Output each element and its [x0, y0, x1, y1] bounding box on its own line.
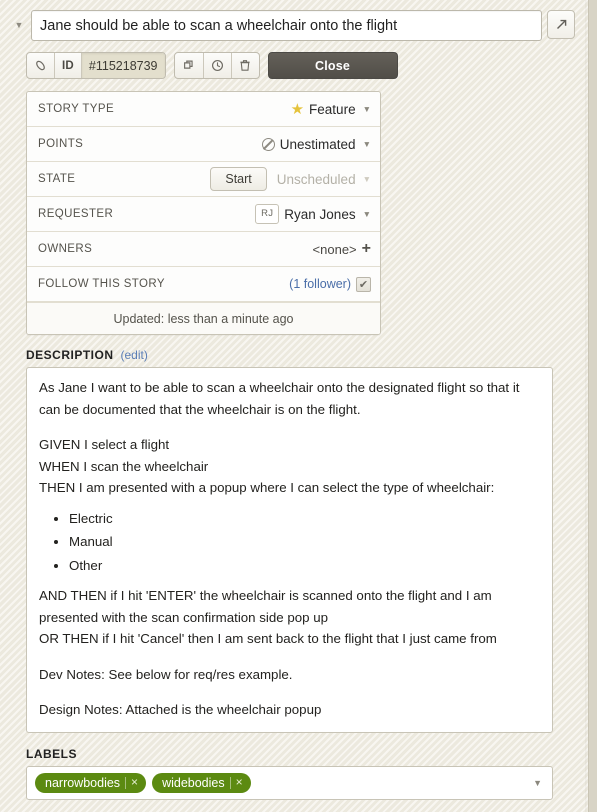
story-type-label: STORY TYPE [38, 103, 114, 115]
attr-row-story-type[interactable]: STORY TYPE ★ Feature ▼ [27, 92, 380, 127]
attr-row-requester[interactable]: REQUESTER RJ Ryan Jones ▼ [27, 197, 380, 232]
story-title-input[interactable] [31, 10, 542, 41]
spacer [39, 420, 540, 434]
followers-link[interactable]: (1 follower) [289, 277, 351, 291]
id-label: ID [55, 53, 82, 78]
collapse-story-toggle[interactable]: ▼ [12, 10, 26, 40]
labels-title: LABELS [26, 747, 575, 761]
label-pill[interactable]: narrowbodies × [35, 773, 146, 793]
remove-label-icon[interactable]: × [236, 776, 247, 790]
list-item: Manual [69, 531, 540, 553]
spacer [39, 685, 540, 699]
title-row: ▼ [12, 8, 575, 41]
divider [125, 777, 126, 789]
expand-story-button[interactable] [547, 10, 575, 39]
chevron-down-icon[interactable]: ▼ [363, 104, 371, 114]
plus-icon[interactable]: + [362, 241, 371, 257]
follow-checkbox[interactable]: ✔ [356, 277, 371, 292]
labels-field[interactable]: narrowbodies × widebodies × ▼ [26, 766, 553, 800]
attr-row-follow[interactable]: FOLLOW THIS STORY (1 follower) ✔ [27, 267, 380, 302]
link-icon[interactable] [27, 53, 55, 78]
requester-value: Ryan Jones [284, 207, 355, 222]
trash-icon[interactable] [232, 53, 259, 78]
description-dev-notes: Dev Notes: See below for req/res example… [39, 664, 540, 686]
description-and-then: AND THEN if I hit 'ENTER' the wheelchair… [39, 585, 540, 628]
story-type-value-group[interactable]: ★ Feature ▼ [291, 102, 371, 117]
expand-arrow-icon [555, 18, 568, 31]
requester-label: REQUESTER [38, 208, 113, 220]
close-button[interactable]: Close [268, 52, 398, 79]
owners-label: OWNERS [38, 243, 92, 255]
description-header: DESCRIPTION (edit) [26, 348, 575, 362]
panel-right-edge [588, 0, 597, 812]
points-value-group[interactable]: Unestimated ▼ [262, 137, 371, 152]
description-paragraph: As Jane I want to be able to scan a whee… [39, 377, 540, 420]
spacer [39, 650, 540, 664]
points-value: Unestimated [280, 137, 356, 152]
description-body[interactable]: As Jane I want to be able to scan a whee… [26, 367, 553, 733]
points-label: POINTS [38, 138, 83, 150]
no-estimate-icon [262, 138, 275, 151]
label-pill-text: narrowbodies [45, 776, 120, 790]
attr-row-owners[interactable]: OWNERS <none> + [27, 232, 380, 267]
description-or-then: OR THEN if I hit 'Cancel' then I am sent… [39, 628, 540, 650]
owners-value: <none> [313, 242, 357, 257]
chevron-down-icon[interactable]: ▼ [363, 209, 371, 219]
description-when: WHEN I scan the wheelchair [39, 456, 540, 478]
list-item: Other [69, 555, 540, 577]
action-button-group [174, 52, 260, 79]
story-type-value: Feature [309, 102, 356, 117]
star-icon: ★ [291, 102, 304, 117]
label-pill-text: widebodies [162, 776, 225, 790]
description-title: DESCRIPTION [26, 348, 114, 362]
state-value: Unscheduled [277, 172, 356, 187]
chevron-down-icon[interactable]: ▼ [533, 778, 542, 788]
clone-icon[interactable] [175, 53, 204, 78]
follow-value-group[interactable]: (1 follower) ✔ [289, 277, 371, 292]
triangle-down-icon: ▼ [15, 21, 24, 30]
panel-right-shadow [585, 0, 588, 812]
state-label: STATE [38, 173, 75, 185]
label-pill[interactable]: widebodies × [152, 773, 251, 793]
state-value-group[interactable]: Start Unscheduled ▼ [210, 167, 371, 191]
description-then: THEN I am presented with a popup where I… [39, 477, 540, 499]
divider [230, 777, 231, 789]
story-attributes-table: STORY TYPE ★ Feature ▼ POINTS Unestimate… [26, 91, 381, 335]
description-edit-link[interactable]: (edit) [121, 348, 148, 362]
chevron-down-icon[interactable]: ▼ [363, 139, 371, 149]
wheelchair-type-list: Electric Manual Other [39, 508, 540, 577]
avatar: RJ [255, 204, 279, 224]
list-item: Electric [69, 508, 540, 530]
remove-label-icon[interactable]: × [131, 776, 142, 790]
owners-value-group[interactable]: <none> + [313, 241, 371, 257]
story-detail-panel: ▼ ID #115218739 [0, 0, 597, 800]
story-toolbar: ID #115218739 [26, 52, 575, 79]
clock-icon[interactable] [204, 53, 232, 78]
id-button-group: ID #115218739 [26, 52, 166, 79]
story-id-value[interactable]: #115218739 [82, 53, 165, 78]
chevron-down-icon[interactable]: ▼ [363, 174, 371, 184]
description-given: GIVEN I select a flight [39, 434, 540, 456]
description-design-notes: Design Notes: Attached is the wheelchair… [39, 699, 540, 721]
start-button[interactable]: Start [210, 167, 266, 191]
follow-label: FOLLOW THIS STORY [38, 278, 165, 290]
requester-value-group[interactable]: RJ Ryan Jones ▼ [255, 204, 371, 224]
attr-row-state[interactable]: STATE Start Unscheduled ▼ [27, 162, 380, 197]
attr-row-points[interactable]: POINTS Unestimated ▼ [27, 127, 380, 162]
updated-timestamp: Updated: less than a minute ago [27, 302, 380, 334]
